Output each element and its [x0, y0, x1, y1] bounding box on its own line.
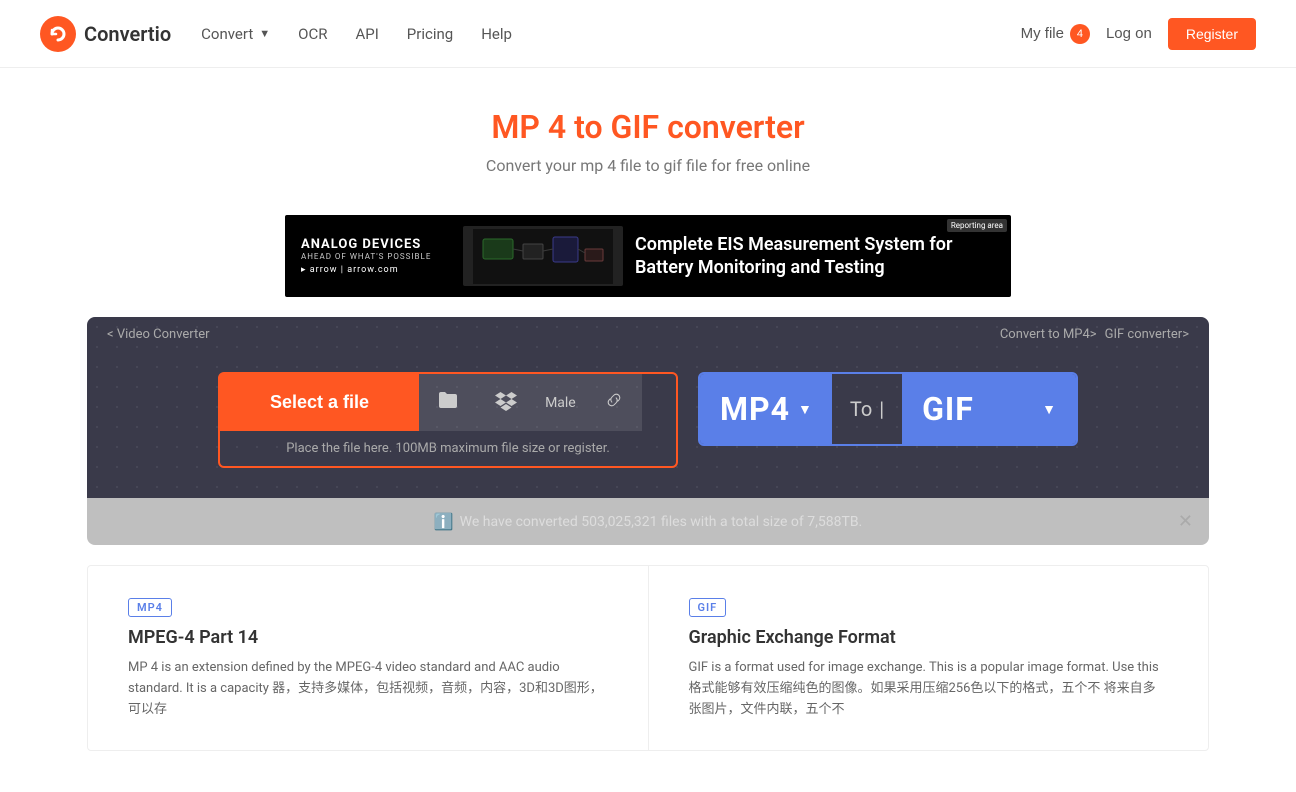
breadcrumb-convert-mp4[interactable]: Convert to MP4>: [1000, 327, 1097, 342]
logo-icon: [40, 16, 76, 52]
breadcrumb-right: Convert to MP4> GIF converter>: [1000, 327, 1189, 342]
format-to-label: GIF: [922, 390, 974, 428]
logo-link[interactable]: Convertio: [40, 16, 171, 52]
folder-icon[interactable]: [419, 376, 477, 429]
hero-section: MP 4 to GIF converter Convert your mp 4 …: [0, 68, 1296, 195]
info-section: MP4 MPEG-4 Part 14 MP 4 is an extension …: [87, 565, 1209, 751]
format-cursor: |: [879, 397, 884, 421]
ad-image: [463, 226, 623, 286]
file-count-badge: 4: [1070, 24, 1090, 44]
format-from-label: MP4: [720, 390, 790, 428]
file-name: Male: [535, 395, 586, 411]
file-hint: Place the file here. 100MB maximum file …: [220, 431, 676, 466]
page-title: MP 4 to GIF converter: [20, 108, 1276, 146]
breadcrumb-video-converter[interactable]: < Video Converter: [107, 327, 210, 342]
file-actions: Male: [419, 374, 642, 431]
my-file-button[interactable]: My file 4: [1021, 24, 1090, 44]
nav-ocr[interactable]: OCR: [298, 25, 327, 43]
format-from-chevron: ▼: [798, 401, 812, 418]
file-drop-area[interactable]: Select a file Male: [218, 372, 678, 468]
select-file-button[interactable]: Select a file: [220, 374, 419, 431]
ad-brand: ANALOG DEVICES: [301, 237, 421, 252]
chevron-down-icon: ▼: [259, 27, 270, 40]
format-to-chevron: ▼: [1042, 401, 1056, 418]
info-gif: GIF Graphic Exchange Format GIF is a for…: [649, 566, 1209, 750]
notification-text: We have converted 503,025,321 files with…: [460, 514, 863, 530]
file-top-row: Select a file Male: [220, 374, 676, 431]
mp4-title: MPEG-4 Part 14: [128, 627, 608, 648]
register-button[interactable]: Register: [1168, 18, 1256, 50]
my-file-label: My file: [1021, 25, 1064, 42]
breadcrumb-gif-converter[interactable]: GIF converter>: [1105, 327, 1189, 342]
ad-tagline: AHEAD OF WHAT'S POSSIBLE: [301, 252, 431, 261]
logo-text: Convertio: [84, 22, 171, 46]
main-nav: Convert ▼ OCR API Pricing Help: [201, 25, 1020, 43]
ad-text: Complete EIS Measurement System for Batt…: [635, 233, 995, 280]
gif-description: GIF is a format used for image exchange.…: [689, 658, 1169, 720]
format-selector: MP4 ▼ To | GIF ▼: [698, 372, 1078, 446]
notification-close-icon[interactable]: ✕: [1178, 511, 1193, 532]
ad-arrow: ▸ arrow | arrow.com: [301, 265, 399, 275]
login-button[interactable]: Log on: [1106, 25, 1152, 42]
notification-icon: ℹ️: [434, 512, 454, 531]
ad-banner[interactable]: ANALOG DEVICES AHEAD OF WHAT'S POSSIBLE …: [285, 215, 1011, 297]
nav-help[interactable]: Help: [481, 25, 512, 43]
nav-api[interactable]: API: [355, 25, 378, 43]
header-right: My file 4 Log on Register: [1021, 18, 1256, 50]
converter-main: Select a file Male: [87, 352, 1209, 498]
breadcrumb: < Video Converter Convert to MP4> GIF co…: [87, 317, 1209, 352]
gif-title: Graphic Exchange Format: [689, 627, 1169, 648]
mp4-badge: MP4: [128, 598, 172, 617]
breadcrumb-left: < Video Converter: [107, 327, 210, 342]
format-from-button[interactable]: MP4 ▼: [700, 374, 832, 444]
dropbox-icon[interactable]: [477, 375, 535, 430]
nav-convert[interactable]: Convert ▼: [201, 25, 270, 43]
notification-bar: ℹ️ We have converted 503,025,321 files w…: [87, 498, 1209, 545]
mp4-description: MP 4 is an extension defined by the MPEG…: [128, 658, 608, 720]
ad-corner-label: Reporting area: [947, 219, 1007, 232]
format-to-button[interactable]: GIF ▼: [902, 374, 1076, 444]
info-mp4: MP4 MPEG-4 Part 14 MP 4 is an extension …: [88, 566, 649, 750]
link-icon[interactable]: [586, 376, 642, 429]
ad-inner: ANALOG DEVICES AHEAD OF WHAT'S POSSIBLE …: [285, 215, 1011, 297]
hero-subtitle: Convert your mp 4 file to gif file for f…: [20, 156, 1276, 175]
header: Convertio Convert ▼ OCR API Pricing Help…: [0, 0, 1296, 68]
nav-pricing[interactable]: Pricing: [407, 25, 453, 43]
converter-section: < Video Converter Convert to MP4> GIF co…: [87, 317, 1209, 498]
gif-badge: GIF: [689, 598, 727, 617]
ad-logo: ANALOG DEVICES AHEAD OF WHAT'S POSSIBLE …: [301, 237, 451, 275]
format-to-text: To |: [832, 397, 902, 421]
